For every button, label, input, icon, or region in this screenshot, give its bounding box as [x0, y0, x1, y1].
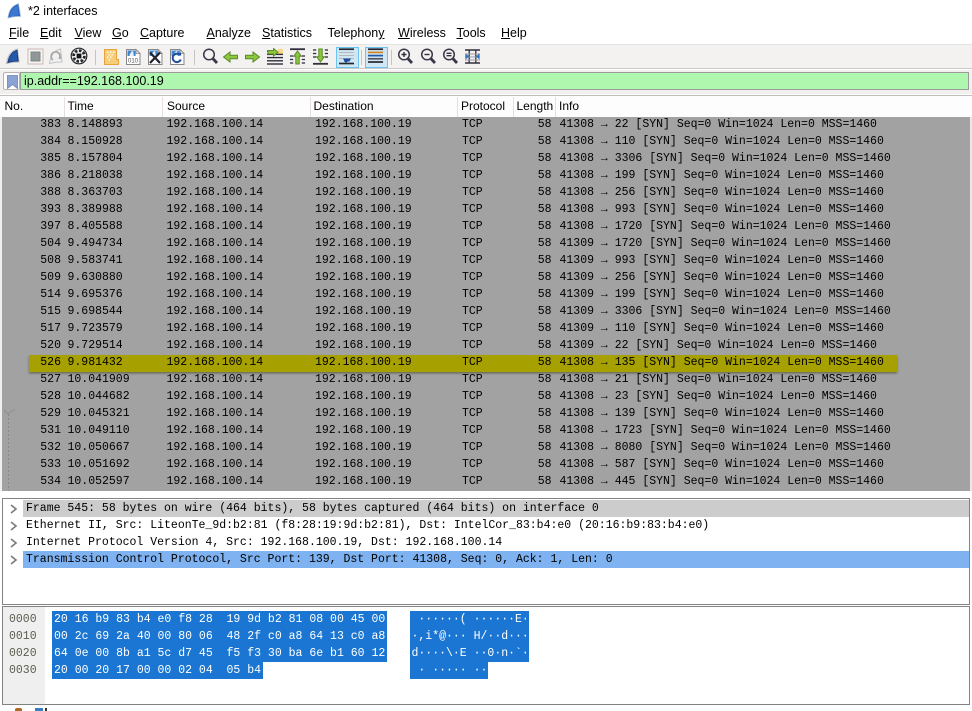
svg-text:010: 010: [128, 59, 139, 65]
